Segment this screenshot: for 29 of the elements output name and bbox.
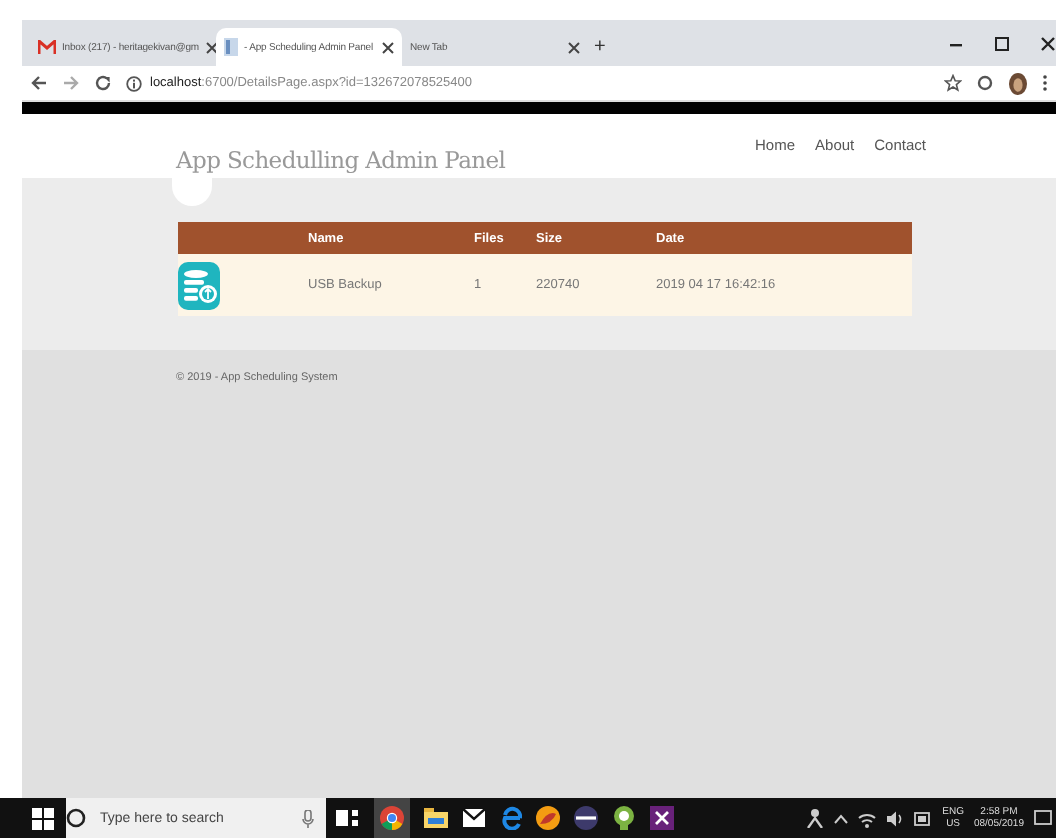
maximize-icon[interactable] — [994, 35, 1010, 51]
avatar-icon[interactable] — [1008, 71, 1028, 95]
close-icon[interactable] — [568, 41, 580, 53]
chrome-icon[interactable] — [380, 806, 404, 830]
new-tab-button[interactable]: + — [588, 28, 612, 66]
reload-icon[interactable] — [94, 74, 112, 92]
mail-icon[interactable] — [462, 808, 486, 828]
back-icon[interactable] — [30, 74, 48, 92]
task-view-icon[interactable] — [336, 808, 360, 828]
close-icon[interactable] — [1040, 35, 1056, 51]
chevron-up-icon[interactable] — [834, 813, 849, 823]
browser-e-icon[interactable] — [500, 806, 522, 830]
notification-icon[interactable] — [1034, 809, 1052, 827]
star-icon[interactable] — [944, 74, 962, 92]
page-icon — [224, 38, 238, 56]
more-icon[interactable] — [1042, 74, 1048, 92]
extension-icon[interactable] — [976, 74, 994, 92]
windows-icon[interactable] — [32, 807, 54, 829]
info-icon — [126, 75, 142, 91]
folder-icon[interactable] — [424, 808, 448, 828]
network-icon[interactable] — [858, 809, 877, 827]
database-icon — [178, 261, 220, 309]
mail-icon — [38, 40, 56, 54]
close-icon[interactable] — [205, 41, 217, 53]
person-icon[interactable] — [806, 808, 825, 828]
visual-studio-icon[interactable] — [650, 806, 674, 830]
close-icon[interactable] — [382, 41, 394, 53]
speaker-icon[interactable] — [886, 809, 905, 827]
microphone-icon — [302, 809, 314, 827]
